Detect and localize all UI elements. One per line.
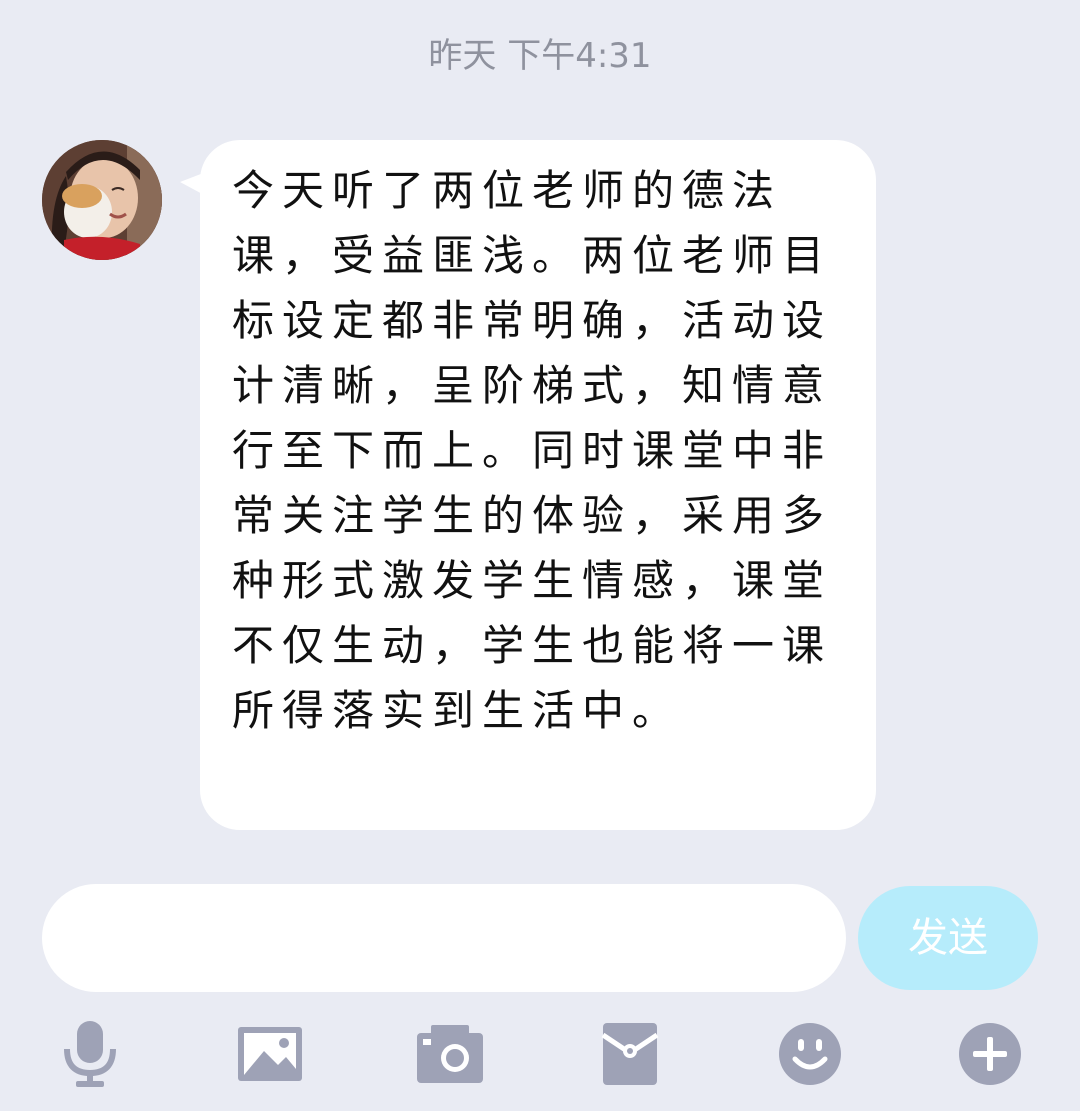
- plus-icon[interactable]: [950, 1018, 1030, 1090]
- message-input[interactable]: [42, 884, 846, 992]
- red-packet-icon[interactable]: [590, 1018, 670, 1090]
- message-bubble[interactable]: 今天听了两位老师的德法课，受益匪浅。两位老师目标设定都非常明确，活动设计清晰，呈…: [200, 140, 876, 830]
- avatar[interactable]: [42, 140, 162, 260]
- image-icon[interactable]: [230, 1018, 310, 1090]
- microphone-icon[interactable]: [50, 1018, 130, 1090]
- send-button[interactable]: 发送: [858, 886, 1038, 990]
- message-text: 今天听了两位老师的德法课，受益匪浅。两位老师目标设定都非常明确，活动设计清晰，呈…: [232, 166, 833, 735]
- camera-icon[interactable]: [410, 1018, 490, 1090]
- emoji-icon[interactable]: [770, 1018, 850, 1090]
- message-timestamp: 昨天 下午4:31: [428, 36, 652, 76]
